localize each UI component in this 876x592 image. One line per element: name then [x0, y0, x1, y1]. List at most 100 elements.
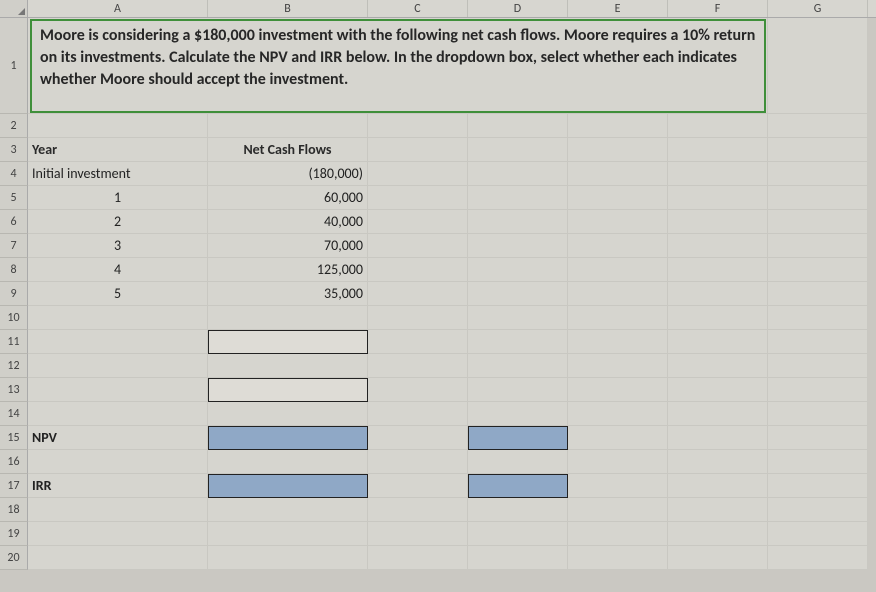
cell-G12[interactable]: [768, 354, 868, 378]
cell-B10[interactable]: [208, 306, 368, 330]
cell-B8[interactable]: 125,000: [208, 258, 368, 282]
cell-B5[interactable]: 60,000: [208, 186, 368, 210]
cell-D6[interactable]: [468, 210, 568, 234]
cell-A7[interactable]: 3: [28, 234, 208, 258]
cell-E8[interactable]: [568, 258, 668, 282]
cell-E3[interactable]: [568, 138, 668, 162]
cell-G7[interactable]: [768, 234, 868, 258]
cell-G20[interactable]: [768, 546, 868, 570]
cell-G6[interactable]: [768, 210, 868, 234]
cell-B18[interactable]: [208, 498, 368, 522]
cell-E7[interactable]: [568, 234, 668, 258]
cell-A5[interactable]: 1: [28, 186, 208, 210]
cell-C3[interactable]: [368, 138, 468, 162]
cell-A10[interactable]: [28, 306, 208, 330]
cell-E4[interactable]: [568, 162, 668, 186]
col-header-F[interactable]: F: [668, 0, 768, 17]
cell-C17[interactable]: [368, 474, 468, 498]
cell-F2[interactable]: [668, 114, 768, 138]
cell-E10[interactable]: [568, 306, 668, 330]
row-header-1[interactable]: 1: [0, 18, 28, 114]
cell-A13[interactable]: [28, 378, 208, 402]
row-header-9[interactable]: 9: [0, 282, 28, 306]
row-header-17[interactable]: 17: [0, 474, 28, 498]
cell-F16[interactable]: [668, 450, 768, 474]
cell-D10[interactable]: [468, 306, 568, 330]
cell-D13[interactable]: [468, 378, 568, 402]
cell-D16[interactable]: [468, 450, 568, 474]
cell-A8[interactable]: 4: [28, 258, 208, 282]
cell-G1[interactable]: [768, 18, 868, 114]
cell-F19[interactable]: [668, 522, 768, 546]
cell-C6[interactable]: [368, 210, 468, 234]
cell-B12[interactable]: [208, 354, 368, 378]
cell-A2[interactable]: [28, 114, 208, 138]
cell-A14[interactable]: [28, 402, 208, 426]
cell-F9[interactable]: [668, 282, 768, 306]
cell-G5[interactable]: [768, 186, 868, 210]
cell-C2[interactable]: [368, 114, 468, 138]
cell-D11[interactable]: [468, 330, 568, 354]
cell-C4[interactable]: [368, 162, 468, 186]
col-header-D[interactable]: D: [468, 0, 568, 17]
cell-G11[interactable]: [768, 330, 868, 354]
cell-E6[interactable]: [568, 210, 668, 234]
cell-F11[interactable]: [668, 330, 768, 354]
cell-A20[interactable]: [28, 546, 208, 570]
cell-A11[interactable]: [28, 330, 208, 354]
row-header-6[interactable]: 6: [0, 210, 28, 234]
cell-G3[interactable]: [768, 138, 868, 162]
col-header-B[interactable]: B: [208, 0, 368, 17]
cell-E12[interactable]: [568, 354, 668, 378]
cell-C18[interactable]: [368, 498, 468, 522]
select-all-corner[interactable]: [0, 0, 28, 17]
cell-F17[interactable]: [668, 474, 768, 498]
cell-A16[interactable]: [28, 450, 208, 474]
cell-D17-irr-decision[interactable]: [468, 474, 568, 498]
cell-D2[interactable]: [468, 114, 568, 138]
row-header-8[interactable]: 8: [0, 258, 28, 282]
cell-A9[interactable]: 5: [28, 282, 208, 306]
cell-E19[interactable]: [568, 522, 668, 546]
cell-D18[interactable]: [468, 498, 568, 522]
cell-A12[interactable]: [28, 354, 208, 378]
cell-F20[interactable]: [668, 546, 768, 570]
cell-B2[interactable]: [208, 114, 368, 138]
cell-A6[interactable]: 2: [28, 210, 208, 234]
cell-A19[interactable]: [28, 522, 208, 546]
row-header-2[interactable]: 2: [0, 114, 28, 138]
cell-D19[interactable]: [468, 522, 568, 546]
cell-E18[interactable]: [568, 498, 668, 522]
cell-B11[interactable]: [208, 330, 368, 354]
cell-B3[interactable]: Net Cash Flows: [208, 138, 368, 162]
cell-B15-npv-value[interactable]: [208, 426, 368, 450]
cell-C12[interactable]: [368, 354, 468, 378]
cell-C9[interactable]: [368, 282, 468, 306]
cell-G14[interactable]: [768, 402, 868, 426]
cell-G2[interactable]: [768, 114, 868, 138]
cell-E2[interactable]: [568, 114, 668, 138]
cell-F10[interactable]: [668, 306, 768, 330]
cell-B20[interactable]: [208, 546, 368, 570]
cell-C8[interactable]: [368, 258, 468, 282]
cell-C16[interactable]: [368, 450, 468, 474]
cell-G9[interactable]: [768, 282, 868, 306]
cell-F7[interactable]: [668, 234, 768, 258]
cell-B7[interactable]: 70,000: [208, 234, 368, 258]
cell-A3[interactable]: Year: [28, 138, 208, 162]
cell-B16[interactable]: [208, 450, 368, 474]
row-header-4[interactable]: 4: [0, 162, 28, 186]
cell-E13[interactable]: [568, 378, 668, 402]
row-header-19[interactable]: 19: [0, 522, 28, 546]
col-header-A[interactable]: A: [28, 0, 208, 17]
row-header-10[interactable]: 10: [0, 306, 28, 330]
cell-C19[interactable]: [368, 522, 468, 546]
cell-E11[interactable]: [568, 330, 668, 354]
cell-G4[interactable]: [768, 162, 868, 186]
cell-C13[interactable]: [368, 378, 468, 402]
row-header-20[interactable]: 20: [0, 546, 28, 570]
row-header-7[interactable]: 7: [0, 234, 28, 258]
cell-G10[interactable]: [768, 306, 868, 330]
row-header-18[interactable]: 18: [0, 498, 28, 522]
cell-G17[interactable]: [768, 474, 868, 498]
